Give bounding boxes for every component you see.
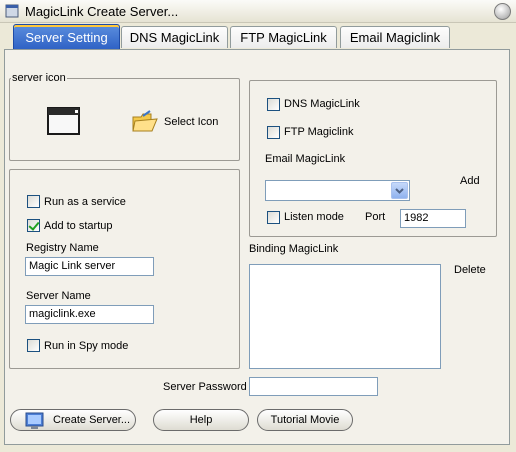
folder-icon[interactable] [131,110,159,134]
registry-name-label: Registry Name [26,242,99,254]
tab-email-magiclink[interactable]: Email Magiclink [340,26,450,48]
create-server-label: Create Server... [53,414,131,426]
app-icon [5,4,19,18]
select-icon-label[interactable]: Select Icon [164,116,218,128]
window-title: MagicLink Create Server... [25,4,179,19]
spy-mode-label: Run in Spy mode [44,340,129,352]
dns-magiclink-checkbox[interactable] [267,98,280,111]
add-email-link[interactable]: Add [460,175,480,187]
add-to-startup-label: Add to startup [44,220,113,232]
listen-mode-checkbox[interactable] [267,211,280,224]
server-name-field[interactable]: magiclink.exe [25,305,154,324]
server-name-label: Server Name [26,290,91,302]
add-to-startup-checkbox[interactable] [27,219,40,232]
tab-server-setting[interactable]: Server Setting [13,24,120,50]
port-label: Port [365,211,386,223]
title-bar: MagicLink Create Server... [0,0,516,23]
run-as-service-label: Run as a service [44,196,126,208]
email-magiclink-select[interactable] [265,180,410,201]
email-magiclink-label: Email MagicLink [265,153,346,165]
dns-magiclink-label: DNS MagicLink [284,98,360,110]
port-field[interactable]: 1982 [400,209,466,228]
tutorial-movie-button[interactable]: Tutorial Movie [257,409,353,431]
delete-binding-link[interactable]: Delete [454,264,486,276]
window-close-button[interactable] [494,3,511,20]
ftp-magiclink-label: FTP Magiclink [284,126,354,138]
chevron-down-icon [395,188,404,194]
computer-icon [25,412,44,429]
ftp-magiclink-checkbox[interactable] [267,126,280,139]
server-icon-group-label: server icon [11,72,67,84]
server-password-field[interactable] [249,377,378,396]
binding-magiclink-list[interactable] [249,264,441,369]
tab-dns-magiclink[interactable]: DNS MagicLink [121,26,228,48]
server-password-label: Server Password [163,381,247,393]
create-server-button[interactable]: Create Server... [10,409,136,431]
tab-bar: Server Setting DNS MagicLink FTP MagicLi… [10,24,510,50]
server-window-icon [47,107,80,135]
help-button[interactable]: Help [153,409,249,431]
registry-name-field[interactable]: Magic Link server [25,257,154,276]
listen-mode-label: Listen mode [284,211,344,223]
email-select-dropdown-button[interactable] [391,182,408,199]
spy-mode-checkbox[interactable] [27,339,40,352]
tab-ftp-magiclink[interactable]: FTP MagicLink [230,26,337,48]
binding-magiclink-label: Binding MagicLink [249,243,339,255]
run-as-service-checkbox[interactable] [27,195,40,208]
